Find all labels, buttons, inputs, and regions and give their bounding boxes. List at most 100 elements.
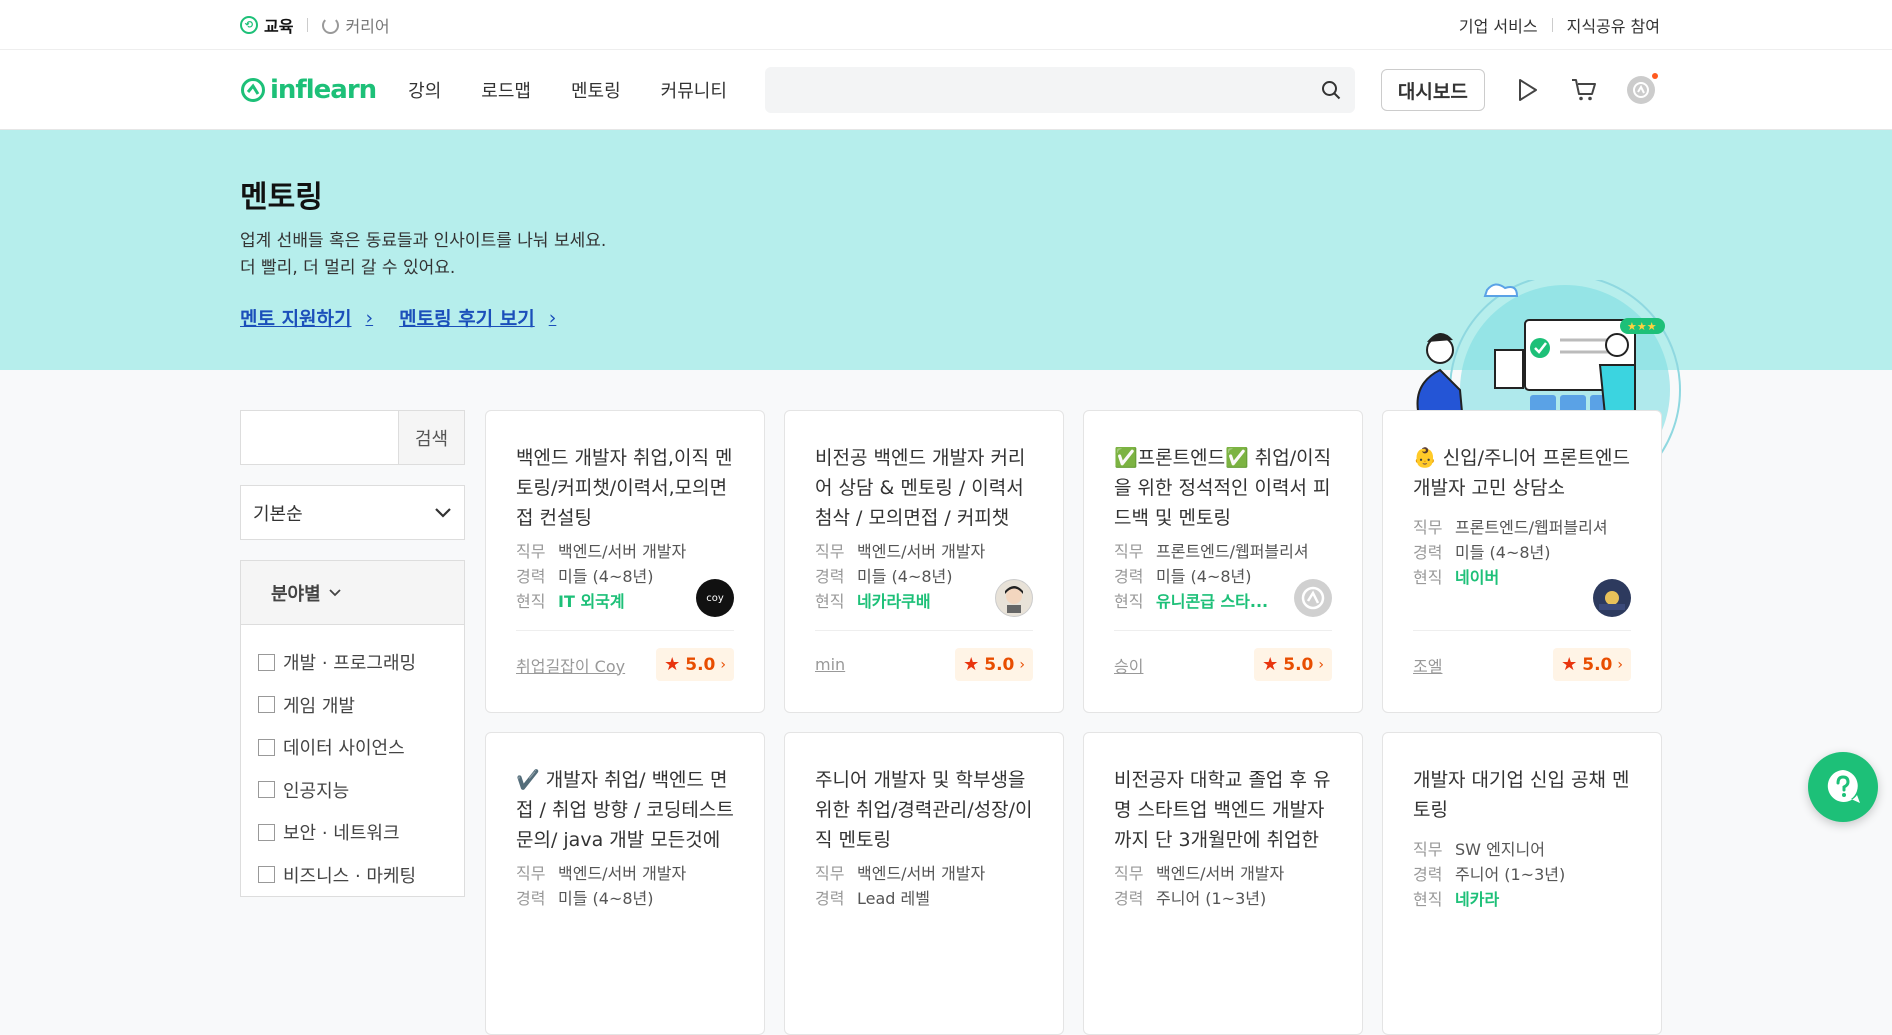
star-icon: ★: [1262, 654, 1279, 675]
nav-courses[interactable]: 강의: [408, 77, 441, 103]
star-icon: ★: [1561, 654, 1578, 675]
mentor-name-link[interactable]: 승이: [1114, 653, 1143, 677]
chevron-right-icon: ›: [1318, 656, 1324, 673]
category-label: 개발 · 프로그래밍: [283, 653, 417, 675]
global-search: [764, 67, 1355, 113]
play-icon[interactable]: [1515, 77, 1541, 103]
mentor-search-button[interactable]: 검색: [398, 411, 464, 464]
mentor-card-grid: 백엔드 개발자 취업,이직 멘토링/커피챗/이력서,모의면접 컨설팅 직무 백엔드…: [485, 410, 1662, 1035]
card-title: 👶 신입/주니어 프론트엔드 개발자 고민 상담소: [1413, 447, 1630, 499]
card-job: 직무 프론트엔드/웹퍼블리셔: [1114, 542, 1309, 561]
mentor-card[interactable]: 👶 신입/주니어 프론트엔드 개발자 고민 상담소 직무 프론트엔드/웹퍼블리셔 …: [1382, 410, 1662, 713]
hero-desc-line2: 더 빨리, 더 멀리 갈 수 있어요.: [240, 258, 456, 278]
card-title: 주니어 개발자 및 학부생을 위한 취업/경력관리/성장/이직 멘토링: [815, 769, 1033, 851]
checkbox[interactable]: [258, 738, 275, 756]
card-job: 직무 백엔드/서버 개발자: [815, 542, 986, 561]
checkbox[interactable]: [258, 823, 275, 841]
chevron-right-icon: ›: [548, 306, 557, 329]
mentor-name-link[interactable]: min: [815, 655, 845, 674]
hero-desc-line1: 업계 선배들 혹은 동료들과 인사이트를 나눠 보세요.: [240, 231, 607, 251]
category-filter-toggle[interactable]: 분야별: [241, 561, 464, 625]
tab-career[interactable]: 커리어: [322, 13, 390, 37]
card-title: 비전공자 대학교 졸업 후 유명 스타트업 백엔드 개발자까지 단 3개월만에 …: [1114, 769, 1331, 861]
rating-badge[interactable]: ★ 5.0 ›: [656, 648, 734, 681]
star-icon: ★: [963, 654, 980, 675]
sidebar-search: 검색: [240, 410, 465, 465]
mentor-name-link[interactable]: 취업길잡이 Coy: [516, 653, 625, 677]
divider: [1551, 18, 1553, 32]
mentoring-hero: 멘토링 업계 선배들 혹은 동료들과 인사이트를 나눠 보세요. 더 빨리, 더…: [0, 130, 1892, 500]
nav-mentoring[interactable]: 멘토링: [571, 77, 621, 103]
search-icon[interactable]: [1321, 80, 1341, 100]
career-icon: [322, 16, 340, 34]
card-job: 직무 백엔드/서버 개발자: [516, 864, 687, 883]
sort-value: 기본순: [253, 503, 303, 525]
mentor-card[interactable]: 개발자 대기업 신입 공채 멘토링 직무 SW 엔지니어 경력 주니어 (1~3년)…: [1382, 732, 1662, 1035]
card-job: 직무 프론트엔드/웹퍼블리셔: [1413, 518, 1608, 537]
mentor-card[interactable]: 백엔드 개발자 취업,이직 멘토링/커피챗/이력서,모의면접 컨설팅 직무 백엔드…: [485, 410, 765, 713]
mentoring-reviews-link[interactable]: 멘토링 후기 보기 ›: [399, 304, 556, 331]
mentor-card[interactable]: 주니어 개발자 및 학부생을 위한 취업/경력관리/성장/이직 멘토링 직무 백엔…: [784, 732, 1064, 1035]
mentor-name-link[interactable]: 조엘: [1413, 653, 1442, 677]
profile-avatar[interactable]: [1626, 73, 1658, 104]
main-nav: 강의 로드맵 멘토링 커뮤니티: [408, 77, 727, 103]
category-option[interactable]: 게임 개발: [258, 684, 447, 727]
top-links: 기업 서비스 지식공유 참여: [1459, 13, 1660, 37]
chevron-down-icon: [435, 507, 451, 518]
rating-badge[interactable]: ★ 5.0 ›: [1553, 648, 1631, 681]
sort-select[interactable]: 기본순: [240, 485, 465, 540]
card-career: 경력 미들 (4~8년): [1413, 543, 1551, 562]
card-title: ✅프론트엔드✅ 취업/이직을 위한 정석적인 이력서 피드백 및 멘토링: [1114, 447, 1332, 529]
top-utility-bar: ⟲ 교육 커리어 기업 서비스 지식공유 참여: [0, 0, 1892, 50]
card-job: 직무 백엔드/서버 개발자: [815, 864, 986, 883]
mentor-card[interactable]: 비전공자 대학교 졸업 후 유명 스타트업 백엔드 개발자까지 단 3개월만에 …: [1083, 732, 1363, 1035]
apply-mentor-label: 멘토 지원하기: [240, 308, 352, 330]
category-option[interactable]: 비즈니스 · 마케팅: [258, 854, 447, 897]
card-current: 현직 네카라: [1413, 890, 1500, 909]
nav-community[interactable]: 커뮤니티: [661, 77, 727, 103]
become-instructor-link[interactable]: 지식공유 참여: [1567, 13, 1660, 37]
category-filter-title: 분야별: [271, 583, 321, 605]
mentor-search-input[interactable]: [241, 411, 398, 464]
cart-icon[interactable]: [1571, 77, 1597, 103]
business-service-link[interactable]: 기업 서비스: [1459, 13, 1538, 37]
star-icon: ★: [664, 654, 681, 675]
card-job: 직무 백엔드/서버 개발자: [516, 542, 687, 561]
tab-career-label: 커리어: [345, 17, 390, 36]
chevron-right-icon: ›: [1019, 656, 1025, 673]
category-label: 게임 개발: [283, 695, 355, 717]
category-option[interactable]: 인공지능: [258, 769, 447, 812]
dashboard-button[interactable]: 대시보드: [1380, 69, 1485, 111]
category-option[interactable]: 보안 · 네트워크: [258, 811, 447, 854]
mentor-card[interactable]: ✅프론트엔드✅ 취업/이직을 위한 정석적인 이력서 피드백 및 멘토링 직무 프…: [1083, 410, 1363, 713]
main-header: inflearn 강의 로드맵 멘토링 커뮤니티 대시보드: [0, 50, 1892, 130]
rating-badge[interactable]: ★ 5.0 ›: [1254, 648, 1332, 681]
card-title: ✔️ 개발자 취업/ 백엔드 면접 / 취업 방향 / 코딩테스트 문의/ ja…: [516, 769, 734, 861]
chevron-right-icon: ›: [720, 656, 726, 673]
search-input[interactable]: [764, 67, 1355, 113]
nav-roadmap[interactable]: 로드맵: [481, 77, 531, 103]
apply-mentor-link[interactable]: 멘토 지원하기 ›: [240, 304, 373, 331]
filter-sidebar: 검색 기본순 분야별 개발 · 프로그래밍 게임 개발 데이터 사이언스 인공지…: [240, 410, 465, 897]
inflearn-logo[interactable]: inflearn: [240, 75, 377, 105]
checkbox[interactable]: [258, 653, 275, 671]
tab-education[interactable]: ⟲ 교육: [240, 13, 293, 37]
mentor-avatar: [995, 579, 1033, 617]
mentor-card[interactable]: ✔️ 개발자 취업/ 백엔드 면접 / 취업 방향 / 코딩테스트 문의/ ja…: [485, 732, 765, 1035]
help-chat-button[interactable]: [1808, 752, 1878, 822]
category-option[interactable]: 개발 · 프로그래밍: [258, 641, 447, 684]
mentor-card[interactable]: 비전공 백엔드 개발자 커리어 상담 & 멘토링 / 이력서 첨삭 / 모의면접…: [784, 410, 1064, 713]
card-career: 경력 주니어 (1~3년): [1413, 865, 1566, 884]
checkbox[interactable]: [258, 866, 275, 884]
card-job: 직무 백엔드/서버 개발자: [1114, 864, 1285, 883]
checkbox[interactable]: [258, 696, 275, 714]
mentor-avatar: [1593, 579, 1631, 617]
card-title: 백엔드 개발자 취업,이직 멘토링/커피챗/이력서,모의면접 컨설팅: [516, 447, 733, 529]
category-option[interactable]: 데이터 사이언스: [258, 726, 447, 769]
chevron-down-icon: [329, 588, 341, 596]
rating-badge[interactable]: ★ 5.0 ›: [955, 648, 1033, 681]
mentor-avatar: coy: [696, 579, 734, 617]
checkbox[interactable]: [258, 781, 275, 799]
question-chat-icon: [1827, 770, 1860, 803]
category-label: 데이터 사이언스: [283, 738, 405, 760]
